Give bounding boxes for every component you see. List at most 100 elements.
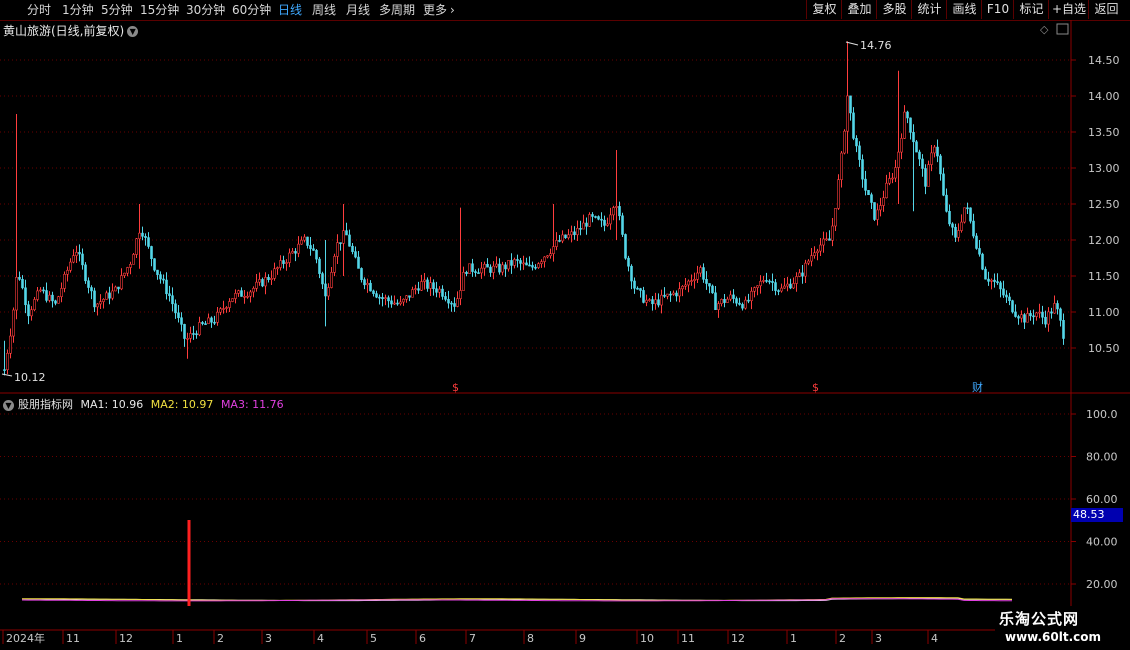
time-label: 1 [176,632,183,645]
candle-body [807,260,810,264]
candle-body [6,352,9,370]
candle-body [993,279,996,282]
candle-body [711,285,714,294]
candle-body [144,236,147,238]
candle-body [165,279,168,295]
period-30min[interactable]: 30分钟 [186,2,225,18]
candle-body [942,173,945,196]
candle-body [42,289,45,292]
candle-body [3,369,6,371]
finance-marker[interactable]: 财 [972,380,983,394]
period-5min[interactable]: 5分钟 [101,2,133,18]
indicator-tick-label: 40.00 [1086,536,1118,549]
low-label: 10.12 [14,371,46,384]
candle-body [1032,315,1035,318]
candle-body [393,302,396,305]
stock-title: 黄山旅游(日线,前复权) [3,24,125,38]
candle-body [945,194,948,212]
time-label: 11 [66,632,80,645]
candle-body [1014,311,1017,317]
period-multi[interactable]: 多周期 [379,2,415,18]
candle-body [75,252,78,256]
candle-body [423,279,426,282]
time-label: 3 [875,632,882,645]
candle-body [699,267,702,274]
adjust-button[interactable]: 复权 [806,0,842,19]
candle-body [894,167,897,179]
multi-stock-button[interactable]: 多股 [876,0,912,19]
period-60min[interactable]: 60分钟 [232,2,271,18]
candle-body [402,298,405,303]
candle-body [672,292,675,295]
candle-body [747,299,750,302]
candle-body [753,287,756,292]
period-intraday[interactable]: 分时 [27,2,51,18]
candle-body [660,294,663,306]
candle-body [720,299,723,304]
chevron-down-icon[interactable]: ▼ [3,399,14,411]
candle-body [147,237,150,247]
candle-body [30,309,33,317]
candle-body [81,253,84,266]
back-button[interactable]: 返回 [1088,0,1124,19]
time-label: 10 [640,632,654,645]
time-label: 4 [931,632,938,645]
period-weekly[interactable]: 周线 [312,2,336,18]
candle-body [921,158,924,169]
candle-body [570,231,573,236]
candle-body [480,267,483,274]
draw-line-button[interactable]: 画线 [946,0,982,19]
time-label: 8 [527,632,534,645]
candle-body [648,299,651,301]
dividend-marker[interactable]: $ [452,381,459,394]
dividend-marker[interactable]: $ [812,381,819,394]
time-label: 1 [790,632,797,645]
candle-body [912,132,915,143]
period-1min[interactable]: 1分钟 [62,2,94,18]
high-label: 14.76 [860,39,892,52]
candle-body [189,333,192,339]
period-15min[interactable]: 15分钟 [140,2,179,18]
candle-body [825,238,828,241]
candle-body [882,197,885,206]
candle-body [183,324,186,339]
candle-body [804,262,807,277]
price-tick-label: 11.50 [1088,270,1120,283]
candle-body [1017,316,1020,319]
candle-body [828,238,831,241]
candle-body [507,260,510,270]
candle-body [951,223,954,228]
statistics-button[interactable]: 统计 [911,0,947,19]
candle-body [69,261,72,271]
period-more[interactable]: 更多 › [423,2,455,18]
candle-body [708,283,711,287]
time-label: 12 [731,632,745,645]
f10-button[interactable]: F10 [981,0,1014,19]
mark-button[interactable]: 标记 [1013,0,1049,19]
chevron-down-icon[interactable]: ▼ [127,26,139,37]
candle-body [345,230,348,236]
period-monthly[interactable]: 月线 [346,2,370,18]
candle-body [1038,311,1041,314]
candle-body [642,290,645,303]
candle-body [867,190,870,196]
candle-body [915,141,918,153]
overlay-button[interactable]: 叠加 [841,0,877,19]
candle-body [585,222,588,227]
candle-body [126,267,129,274]
candle-body [90,287,93,292]
ma3-label: MA3: 11.76 [220,398,284,411]
candle-body [756,285,759,288]
window-icon [1056,23,1069,35]
candle-body [795,276,798,284]
candle-body [531,265,534,268]
period-daily[interactable]: 日线 [278,2,302,18]
candle-body [255,281,258,289]
candle-body [630,265,633,282]
add-watchlist-button[interactable]: +自选 [1048,0,1089,19]
candle-body [258,279,261,283]
candle-body [615,206,618,208]
price-tick-label: 13.00 [1088,162,1120,175]
candle-body [153,258,156,271]
indicator-tick-label: 20.00 [1086,578,1118,591]
